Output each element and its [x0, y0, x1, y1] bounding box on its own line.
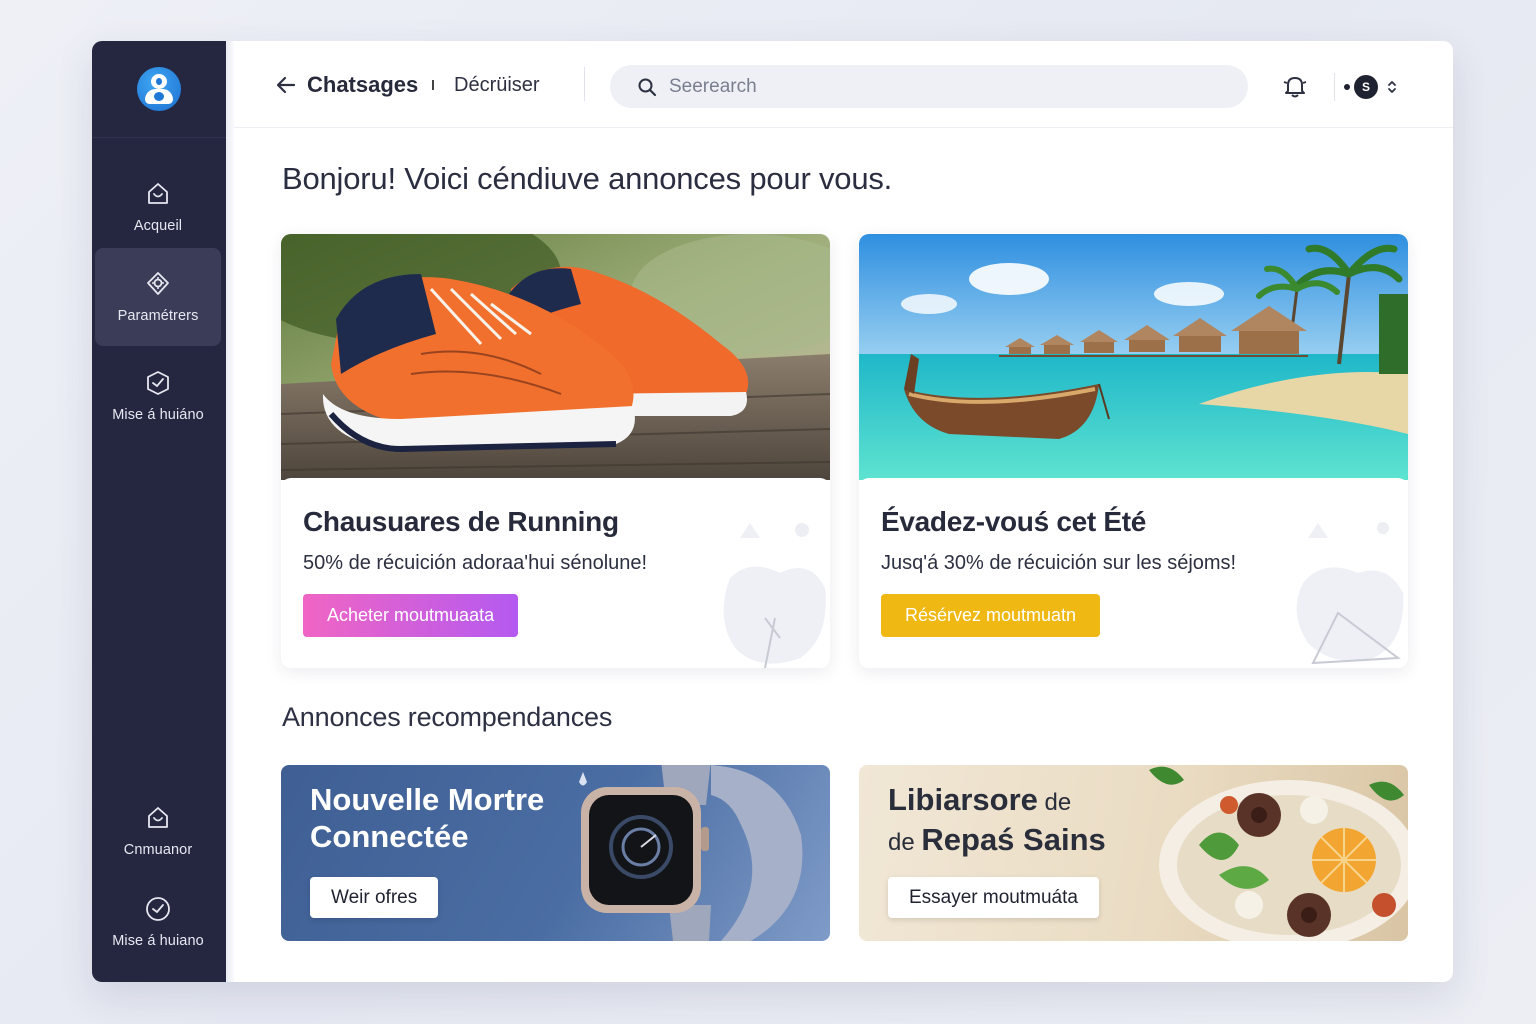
- home-icon: [148, 807, 168, 828]
- sidebar-item-settings[interactable]: Paramétrers: [95, 248, 221, 346]
- promo-card-body: Chausuares de Running 50% de récuición a…: [281, 478, 830, 668]
- status-dot: [1344, 84, 1350, 90]
- user-divider: [1334, 73, 1335, 101]
- healthy-meal-image: [1149, 766, 1408, 941]
- decorative-shapes: [723, 523, 826, 668]
- promo-description: Jusq'á 30% de récuición sur les séjoms!: [881, 552, 1237, 574]
- recommended-title-light-1: de: [1037, 789, 1072, 816]
- promo-title: Chausuares de Running: [303, 506, 619, 537]
- recommended-title: Nouvelle Mortre Connectée: [310, 781, 544, 855]
- promo-card-running[interactable]: Chausuares de Running 50% de récuición a…: [281, 234, 830, 668]
- recommended-title-line1: Nouvelle Mortre: [310, 782, 545, 817]
- sidebar-item-home[interactable]: Acqueil: [95, 158, 221, 256]
- recommended-title-line2: Connectée: [310, 819, 469, 854]
- home-icon: [148, 183, 168, 204]
- sidebar-item-update[interactable]: Mise á huiáno: [95, 347, 221, 445]
- recommended-section-title: Annonces recompendances: [282, 702, 613, 732]
- sidebar-item-label: Paramétrers: [117, 308, 199, 324]
- sidebar: Acqueil Paramétrers Mise á huiáno Cnmuan…: [92, 41, 234, 982]
- recommended-card-watch[interactable]: Nouvelle Mortre Connectée Weir ofres: [281, 765, 830, 941]
- view-offers-button[interactable]: Weir ofres: [310, 877, 439, 918]
- logo-area: [92, 41, 226, 138]
- update-icon: [147, 371, 169, 395]
- header-divider: [584, 67, 585, 101]
- back-arrow-icon[interactable]: [274, 73, 298, 97]
- recommended-card-meals[interactable]: Libiarsore de de Repaś Sains Essayer mou…: [859, 765, 1408, 941]
- search-icon: [638, 78, 657, 96]
- app-logo[interactable]: [137, 67, 181, 111]
- try-now-button[interactable]: Essayer moutmuáta: [888, 877, 1099, 918]
- breadcrumb-current[interactable]: Chatsages: [307, 72, 418, 98]
- sidebar-item-bottom-update[interactable]: Mise á huiano: [95, 873, 221, 971]
- book-now-button[interactable]: Résérvez moutmuatn: [881, 594, 1101, 637]
- sidebar-item-bottom-home[interactable]: Cnmuanor: [95, 782, 221, 880]
- search-input[interactable]: [669, 75, 1189, 98]
- top-header: Chatsages Décrüiser S: [234, 41, 1453, 128]
- notification-bell-icon[interactable]: [1282, 73, 1308, 99]
- recommended-title: Libiarsore de de Repaś Sains: [888, 781, 1106, 861]
- settings-icon: [147, 272, 169, 295]
- smartwatch-image: [579, 765, 803, 941]
- buy-now-button[interactable]: Acheter moutmuaata: [303, 594, 519, 637]
- promo-card-body: Évadez-vouś cet Été Jusq'á 30% de récuic…: [859, 478, 1408, 668]
- app-window: Acqueil Paramétrers Mise á huiáno Cnmuan…: [92, 41, 1453, 982]
- sidebar-item-label: Mise á huiáno: [112, 407, 204, 423]
- promo-title: Évadez-vouś cet Été: [881, 506, 1147, 537]
- avatar: S: [1354, 75, 1378, 99]
- sidebar-item-label: Cnmuanor: [123, 842, 193, 858]
- breadcrumb-separator: [432, 76, 434, 92]
- beach-image: [859, 234, 1408, 480]
- chevron-updown-icon: [1388, 81, 1396, 93]
- recommended-title-light-2: de: [888, 829, 922, 856]
- page-title: Bonjoru! Voici céndiuve annonces pour vo…: [282, 161, 893, 196]
- update-icon: [146, 897, 170, 921]
- sidebar-item-label: Acqueil: [133, 218, 183, 234]
- promo-card-summer[interactable]: Évadez-vouś cet Été Jusq'á 30% de récuic…: [859, 234, 1408, 668]
- sidebar-item-label: Mise á huiano: [112, 933, 204, 949]
- user-menu[interactable]: S: [1344, 74, 1404, 100]
- search-bar[interactable]: [610, 65, 1248, 108]
- promo-description: 50% de récuición adoraa'hui sénolune!: [303, 552, 648, 574]
- running-shoes-image: [281, 234, 830, 480]
- recommended-title-bold-1: Libiarsore: [888, 782, 1038, 817]
- decorative-shapes: [1296, 522, 1404, 665]
- recommended-title-bold-2: Repaś Sains: [921, 822, 1106, 857]
- breadcrumb-sub[interactable]: Décrüiser: [454, 74, 540, 97]
